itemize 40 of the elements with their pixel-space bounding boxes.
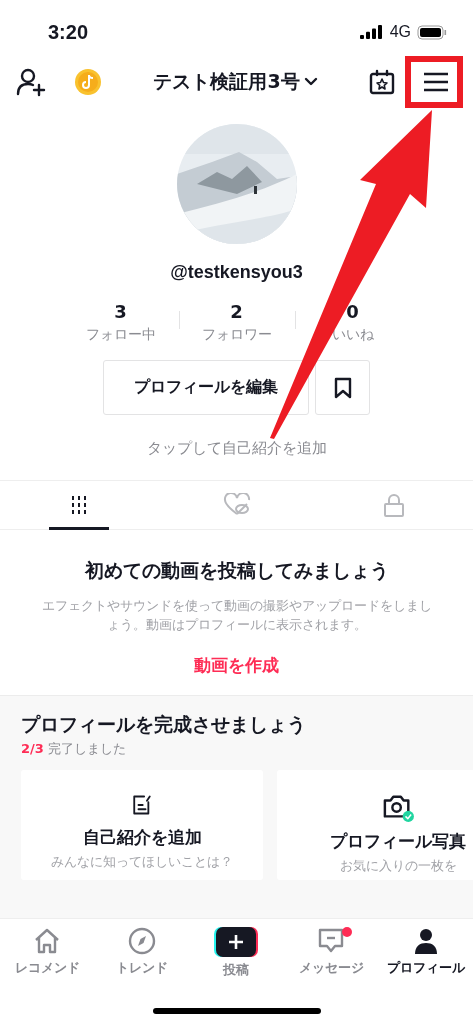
section-title: プロフィールを完成させましょう (21, 712, 307, 737)
status-time: 3:20 (48, 20, 89, 44)
progress-text: 2/3 完了しました (21, 740, 127, 758)
heart-eye-icon (222, 493, 251, 517)
nav-item[interactable]: メッセージ (283, 927, 379, 979)
network-label: 4G (389, 23, 411, 41)
nav-item[interactable]: プロフィール (378, 927, 473, 979)
card-title: 自己紹介を追加 (82, 826, 202, 849)
signal-icon (359, 25, 384, 39)
stat-label: フォロー中 (85, 326, 156, 344)
lock-icon (383, 493, 406, 517)
chevron-down-icon[interactable] (303, 77, 318, 87)
stat-label: フォロワー (201, 326, 272, 344)
username: @testkensyou3 (170, 262, 303, 283)
empty-title: 初めての動画を投稿してみましょう (84, 558, 389, 583)
battery-icon (417, 24, 447, 40)
task-card[interactable]: 自己紹介を追加 みんなに知ってほしいことは？ (21, 770, 263, 880)
message-icon (317, 927, 346, 955)
nav-item[interactable]: 投稿 (189, 927, 284, 979)
bio-hint[interactable]: タップして自己紹介を追加 (146, 439, 327, 458)
calendar-star-icon[interactable] (369, 69, 395, 95)
bookmark-button[interactable] (315, 360, 370, 415)
nav-item[interactable]: レコメンド (0, 927, 95, 979)
stat-count: 0 (346, 301, 359, 322)
compass-icon (127, 927, 156, 955)
stat-count: 2 (230, 301, 243, 322)
nav-item[interactable]: トレンド (94, 927, 190, 979)
edit-profile-button[interactable]: プロフィールを編集 (103, 360, 309, 415)
add-friend-icon[interactable] (16, 67, 48, 97)
stat-count: 3 (114, 301, 127, 322)
camera-icon (382, 792, 414, 822)
highlight-frame (405, 56, 463, 108)
menu-icon[interactable] (423, 72, 449, 92)
bookmark-icon (333, 376, 352, 399)
card-subtitle: みんなに知ってほしいことは？ (51, 853, 233, 871)
plus-icon (214, 927, 259, 957)
create-video-link[interactable]: 動画を作成 (194, 654, 279, 677)
empty-description: エフェクトやサウンドを使って動画の撮影やアップロードをしましょう。動画はプロフィールに表示されます。 (40, 597, 433, 634)
card-title: プロフィール写真 (330, 830, 466, 853)
account-name[interactable]: テスト検証用3号 (153, 69, 300, 95)
